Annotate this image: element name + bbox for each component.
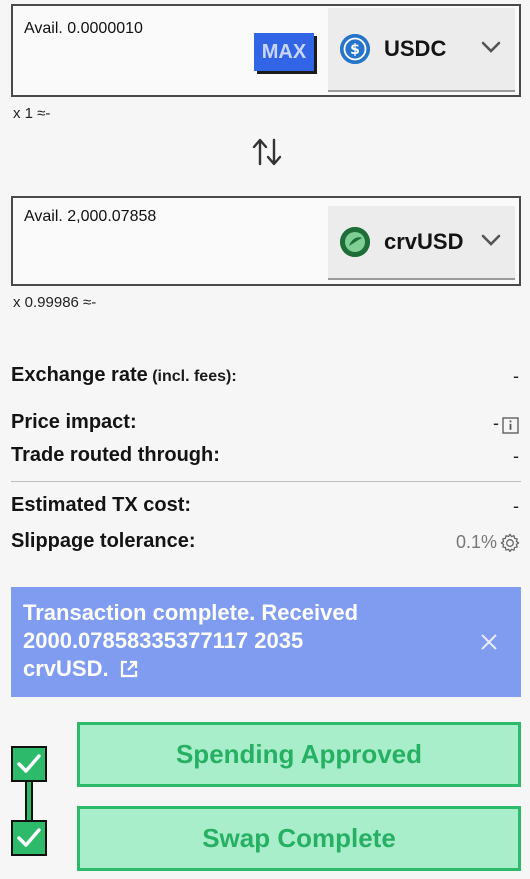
from-token-select[interactable]: $ USDC bbox=[328, 8, 515, 92]
to-amount-field[interactable]: Avail. 2,000.07858 crvUSD bbox=[11, 196, 521, 286]
info-icon[interactable] bbox=[502, 417, 519, 434]
from-available-balance: Avail. 0.0000010 bbox=[24, 20, 143, 37]
to-available-balance: Avail. 2,000.07858 bbox=[24, 208, 157, 225]
from-rate-text: x 1 ≈- bbox=[13, 105, 51, 122]
check-icon bbox=[11, 746, 47, 782]
slippage-value: 0.1% bbox=[455, 532, 497, 552]
exchange-rate-row: Exchange rate (incl. fees): - bbox=[11, 364, 521, 390]
gear-icon[interactable] bbox=[499, 532, 521, 554]
svg-text:$: $ bbox=[350, 42, 360, 58]
banner-line-2: 2000.07858335377117 2035 bbox=[23, 628, 304, 653]
chevron-down-icon bbox=[481, 233, 501, 251]
tx-cost-label: Estimated TX cost: bbox=[11, 494, 192, 516]
banner-token: crvUSD. bbox=[23, 656, 109, 681]
step-connector bbox=[25, 775, 33, 825]
tx-cost-value: - bbox=[513, 496, 519, 516]
tx-cost-row: Estimated TX cost: - bbox=[11, 494, 521, 520]
details-divider bbox=[11, 481, 521, 482]
exchange-rate-label: Exchange rate bbox=[11, 364, 148, 386]
price-impact-value: - bbox=[493, 413, 499, 433]
slippage-label: Slippage tolerance: bbox=[11, 530, 196, 552]
to-rate-text: x 0.99986 ≈- bbox=[13, 294, 97, 311]
to-token-label: crvUSD bbox=[384, 229, 464, 254]
to-token-select[interactable]: crvUSD bbox=[328, 206, 515, 280]
slippage-row[interactable]: Slippage tolerance: 0.1% bbox=[11, 530, 521, 556]
route-value: - bbox=[513, 446, 519, 466]
spending-approved-button[interactable]: Spending Approved bbox=[77, 722, 521, 787]
close-icon[interactable] bbox=[479, 631, 499, 651]
max-button[interactable]: MAX bbox=[254, 33, 314, 71]
route-label: Trade routed through: bbox=[11, 444, 220, 466]
price-impact-label: Price impact: bbox=[11, 411, 137, 433]
chevron-down-icon bbox=[481, 40, 501, 58]
from-token-label: USDC bbox=[384, 36, 447, 61]
banner-line-1: Transaction complete. Received bbox=[23, 600, 359, 625]
from-amount-field[interactable]: Avail. 0.0000010 MAX $ USDC bbox=[11, 4, 521, 97]
swap-complete-button[interactable]: Swap Complete bbox=[77, 806, 521, 871]
usdc-coin-icon: $ bbox=[340, 34, 370, 64]
crvusd-coin-icon bbox=[340, 227, 370, 257]
transaction-complete-banner: Transaction complete. Received 2000.0785… bbox=[11, 587, 521, 697]
external-link-icon[interactable] bbox=[119, 659, 139, 679]
swap-arrows-icon[interactable] bbox=[251, 137, 283, 167]
banner-line-3: crvUSD. bbox=[23, 655, 509, 683]
price-impact-row: Price impact: - bbox=[11, 411, 521, 437]
exchange-rate-value: - bbox=[513, 366, 519, 386]
check-icon bbox=[11, 820, 47, 856]
exchange-rate-suffix: (incl. fees): bbox=[152, 368, 237, 385]
route-row: Trade routed through: - bbox=[11, 444, 521, 470]
